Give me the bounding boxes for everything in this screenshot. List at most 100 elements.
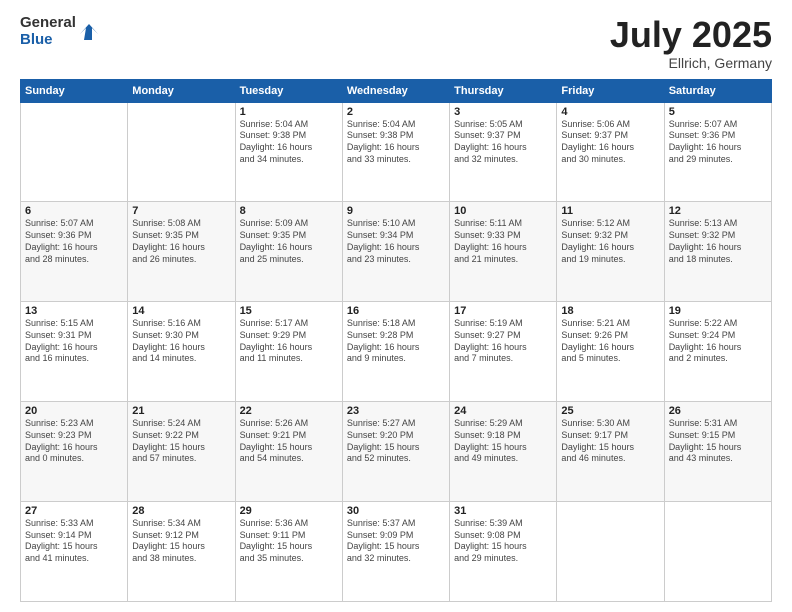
day-info: Sunrise: 5:19 AM Sunset: 9:27 PM Dayligh… [454,318,552,365]
calendar-week-row: 1Sunrise: 5:04 AM Sunset: 9:38 PM Daylig… [21,102,772,202]
logo: General Blue [20,15,100,48]
day-info: Sunrise: 5:10 AM Sunset: 9:34 PM Dayligh… [347,218,445,265]
month-title: July 2025 [610,15,772,55]
calendar-header-row: Sunday Monday Tuesday Wednesday Thursday… [21,79,772,102]
day-info: Sunrise: 5:22 AM Sunset: 9:24 PM Dayligh… [669,318,767,365]
logo-general: General [20,15,76,32]
day-number: 13 [25,305,123,317]
day-number: 20 [25,405,123,417]
day-number: 19 [669,305,767,317]
day-number: 4 [561,106,659,118]
table-row: 30Sunrise: 5:37 AM Sunset: 9:09 PM Dayli… [342,502,449,602]
day-number: 30 [347,505,445,517]
logo-blue: Blue [20,32,76,49]
day-info: Sunrise: 5:07 AM Sunset: 9:36 PM Dayligh… [25,218,123,265]
table-row: 13Sunrise: 5:15 AM Sunset: 9:31 PM Dayli… [21,302,128,402]
logo-icon [78,22,100,44]
table-row [557,502,664,602]
table-row [664,502,771,602]
day-number: 12 [669,205,767,217]
day-info: Sunrise: 5:30 AM Sunset: 9:17 PM Dayligh… [561,418,659,465]
day-info: Sunrise: 5:05 AM Sunset: 9:37 PM Dayligh… [454,119,552,166]
table-row: 6Sunrise: 5:07 AM Sunset: 9:36 PM Daylig… [21,202,128,302]
day-number: 18 [561,305,659,317]
table-row: 27Sunrise: 5:33 AM Sunset: 9:14 PM Dayli… [21,502,128,602]
col-saturday: Saturday [664,79,771,102]
table-row: 31Sunrise: 5:39 AM Sunset: 9:08 PM Dayli… [450,502,557,602]
table-row: 14Sunrise: 5:16 AM Sunset: 9:30 PM Dayli… [128,302,235,402]
day-info: Sunrise: 5:16 AM Sunset: 9:30 PM Dayligh… [132,318,230,365]
table-row: 10Sunrise: 5:11 AM Sunset: 9:33 PM Dayli… [450,202,557,302]
day-number: 28 [132,505,230,517]
table-row: 26Sunrise: 5:31 AM Sunset: 9:15 PM Dayli… [664,402,771,502]
table-row: 23Sunrise: 5:27 AM Sunset: 9:20 PM Dayli… [342,402,449,502]
calendar-week-row: 13Sunrise: 5:15 AM Sunset: 9:31 PM Dayli… [21,302,772,402]
day-number: 26 [669,405,767,417]
day-number: 8 [240,205,338,217]
table-row: 21Sunrise: 5:24 AM Sunset: 9:22 PM Dayli… [128,402,235,502]
table-row: 28Sunrise: 5:34 AM Sunset: 9:12 PM Dayli… [128,502,235,602]
day-info: Sunrise: 5:27 AM Sunset: 9:20 PM Dayligh… [347,418,445,465]
day-info: Sunrise: 5:06 AM Sunset: 9:37 PM Dayligh… [561,119,659,166]
day-info: Sunrise: 5:26 AM Sunset: 9:21 PM Dayligh… [240,418,338,465]
day-info: Sunrise: 5:29 AM Sunset: 9:18 PM Dayligh… [454,418,552,465]
table-row: 12Sunrise: 5:13 AM Sunset: 9:32 PM Dayli… [664,202,771,302]
header: General Blue July 2025 Ellrich, Germany [20,15,772,71]
day-number: 10 [454,205,552,217]
table-row: 11Sunrise: 5:12 AM Sunset: 9:32 PM Dayli… [557,202,664,302]
calendar-table: Sunday Monday Tuesday Wednesday Thursday… [20,79,772,602]
title-block: July 2025 Ellrich, Germany [610,15,772,71]
col-sunday: Sunday [21,79,128,102]
col-friday: Friday [557,79,664,102]
day-info: Sunrise: 5:37 AM Sunset: 9:09 PM Dayligh… [347,518,445,565]
day-number: 23 [347,405,445,417]
table-row: 22Sunrise: 5:26 AM Sunset: 9:21 PM Dayli… [235,402,342,502]
day-number: 31 [454,505,552,517]
table-row: 7Sunrise: 5:08 AM Sunset: 9:35 PM Daylig… [128,202,235,302]
day-info: Sunrise: 5:18 AM Sunset: 9:28 PM Dayligh… [347,318,445,365]
day-info: Sunrise: 5:15 AM Sunset: 9:31 PM Dayligh… [25,318,123,365]
calendar-week-row: 27Sunrise: 5:33 AM Sunset: 9:14 PM Dayli… [21,502,772,602]
day-number: 17 [454,305,552,317]
table-row: 8Sunrise: 5:09 AM Sunset: 9:35 PM Daylig… [235,202,342,302]
day-number: 3 [454,106,552,118]
day-number: 6 [25,205,123,217]
day-number: 2 [347,106,445,118]
calendar-week-row: 6Sunrise: 5:07 AM Sunset: 9:36 PM Daylig… [21,202,772,302]
table-row: 19Sunrise: 5:22 AM Sunset: 9:24 PM Dayli… [664,302,771,402]
day-info: Sunrise: 5:08 AM Sunset: 9:35 PM Dayligh… [132,218,230,265]
table-row: 2Sunrise: 5:04 AM Sunset: 9:38 PM Daylig… [342,102,449,202]
day-number: 1 [240,106,338,118]
day-number: 5 [669,106,767,118]
page: General Blue July 2025 Ellrich, Germany … [0,0,792,612]
table-row: 15Sunrise: 5:17 AM Sunset: 9:29 PM Dayli… [235,302,342,402]
table-row: 4Sunrise: 5:06 AM Sunset: 9:37 PM Daylig… [557,102,664,202]
location-subtitle: Ellrich, Germany [610,55,772,71]
col-wednesday: Wednesday [342,79,449,102]
day-number: 29 [240,505,338,517]
day-number: 22 [240,405,338,417]
table-row [128,102,235,202]
day-number: 7 [132,205,230,217]
table-row: 25Sunrise: 5:30 AM Sunset: 9:17 PM Dayli… [557,402,664,502]
day-number: 24 [454,405,552,417]
day-number: 27 [25,505,123,517]
day-number: 15 [240,305,338,317]
day-info: Sunrise: 5:12 AM Sunset: 9:32 PM Dayligh… [561,218,659,265]
table-row: 24Sunrise: 5:29 AM Sunset: 9:18 PM Dayli… [450,402,557,502]
table-row: 20Sunrise: 5:23 AM Sunset: 9:23 PM Dayli… [21,402,128,502]
day-info: Sunrise: 5:39 AM Sunset: 9:08 PM Dayligh… [454,518,552,565]
table-row: 29Sunrise: 5:36 AM Sunset: 9:11 PM Dayli… [235,502,342,602]
day-number: 14 [132,305,230,317]
day-info: Sunrise: 5:21 AM Sunset: 9:26 PM Dayligh… [561,318,659,365]
day-info: Sunrise: 5:33 AM Sunset: 9:14 PM Dayligh… [25,518,123,565]
day-info: Sunrise: 5:04 AM Sunset: 9:38 PM Dayligh… [240,119,338,166]
day-info: Sunrise: 5:11 AM Sunset: 9:33 PM Dayligh… [454,218,552,265]
day-info: Sunrise: 5:17 AM Sunset: 9:29 PM Dayligh… [240,318,338,365]
day-info: Sunrise: 5:23 AM Sunset: 9:23 PM Dayligh… [25,418,123,465]
day-info: Sunrise: 5:31 AM Sunset: 9:15 PM Dayligh… [669,418,767,465]
table-row: 18Sunrise: 5:21 AM Sunset: 9:26 PM Dayli… [557,302,664,402]
table-row: 1Sunrise: 5:04 AM Sunset: 9:38 PM Daylig… [235,102,342,202]
table-row: 9Sunrise: 5:10 AM Sunset: 9:34 PM Daylig… [342,202,449,302]
logo-text: General Blue [20,15,76,48]
